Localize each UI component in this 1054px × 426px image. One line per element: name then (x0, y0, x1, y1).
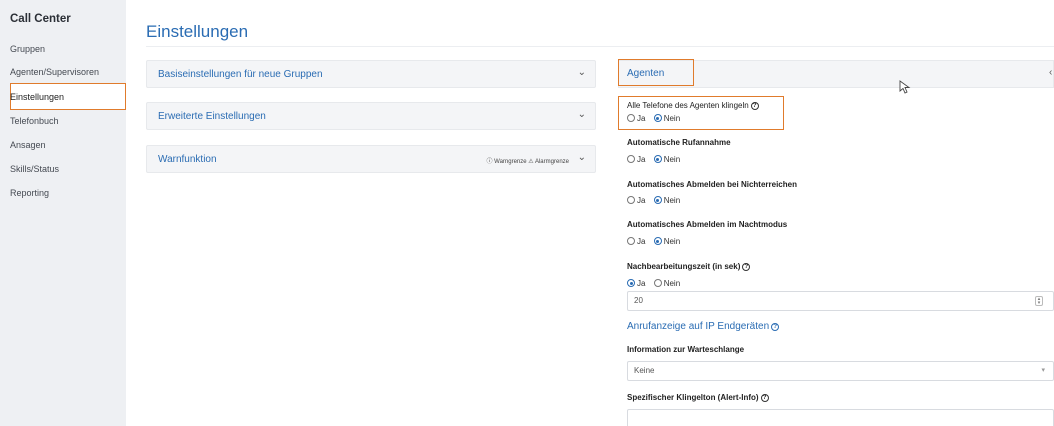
radio-nein[interactable] (653, 237, 662, 245)
sidebar-item-gruppen[interactable]: Gruppen (10, 44, 45, 54)
setting-label-abmelden-nachtmodus: Automatisches Abmelden im Nachtmodus (627, 220, 788, 229)
sidebar-item-reporting[interactable]: Reporting (10, 188, 49, 198)
radio-ja[interactable] (627, 279, 635, 287)
radio-label: Nein (663, 279, 681, 288)
setting-text: Spezifischer Klingelton (Alert-Info) (627, 393, 759, 402)
chevron-down-icon: ⌄ (577, 152, 586, 163)
sidebar-item-telefonbuch[interactable]: Telefonbuch (10, 116, 59, 126)
anrufanzeige-link[interactable]: Anrufanzeige auf IP Endgeräten? (627, 321, 780, 332)
panel-label: Warnfunktion (158, 154, 217, 165)
radio-group-rufannahme: Ja Nein (627, 155, 686, 165)
radio-ja[interactable] (627, 237, 635, 245)
setting-label-alle-telefone: Alle Telefone des Agenten klingeln? (627, 101, 759, 110)
sidebar-item-agenten-supervisoren[interactable]: Agenten/Supervisoren (10, 67, 99, 77)
setting-label-rufannahme: Automatische Rufannahme (627, 138, 731, 147)
title-divider (146, 46, 1054, 47)
radio-label: Ja (637, 114, 646, 123)
chevron-down-icon: ⌄ (577, 109, 586, 120)
radio-label: Nein (663, 155, 681, 164)
radio-nein[interactable] (653, 114, 662, 122)
setting-label-nachbearbeitungszeit: Nachbearbeitungszeit (in sek)? (627, 262, 751, 271)
radio-nein[interactable] (653, 279, 662, 287)
mouse-cursor-icon (899, 80, 911, 94)
select-value: Keine (634, 366, 655, 375)
radio-group-abmelden-nachtmodus: Ja Nein (627, 237, 686, 247)
setting-label-abmelden-nichterreichen: Automatisches Abmelden bei Nichterreiche… (627, 180, 797, 189)
radio-ja[interactable] (627, 114, 635, 122)
sidebar-item-einstellungen[interactable]: Einstellungen (10, 92, 64, 102)
radio-label: Ja (637, 237, 646, 246)
radio-label: Nein (663, 114, 681, 123)
radio-ja[interactable] (627, 155, 635, 163)
radio-label: Ja (637, 196, 646, 205)
page-title: Einstellungen (146, 22, 249, 41)
chevron-down-icon: ▾ (1041, 367, 1045, 374)
radio-ja[interactable] (627, 196, 635, 204)
radio-label: Ja (637, 155, 646, 164)
panel-warnfunktion[interactable]: Warnfunktion ⓘ Warngrenze ⚠ Alarmgrenze … (146, 145, 596, 173)
help-icon[interactable]: ? (742, 263, 751, 271)
panel-label: Basiseinstellungen für neue Gruppen (158, 69, 323, 80)
sidebar-item-skills-status[interactable]: Skills/Status (10, 164, 59, 174)
sidebar: Call Center Gruppen Agenten/Supervisoren… (0, 0, 126, 426)
panel-erweiterte-einstellungen[interactable]: Erweiterte Einstellungen ⌄ (146, 102, 596, 130)
sidebar-item-ansagen[interactable]: Ansagen (10, 140, 46, 150)
warn-legend: ⓘ Warngrenze ⚠ Alarmgrenze (486, 159, 569, 165)
radio-label: Nein (663, 237, 681, 246)
chevron-icon[interactable]: ‹ (1049, 67, 1052, 78)
klingelton-input[interactable] (627, 409, 1054, 426)
radio-nein[interactable] (653, 196, 662, 204)
panel-agenten-label: Agenten (627, 68, 665, 79)
help-icon[interactable]: ? (771, 323, 780, 331)
app-title: Call Center (10, 13, 71, 25)
help-icon[interactable]: ? (750, 102, 759, 110)
radio-label: Ja (637, 279, 646, 288)
radio-group-alle-telefone: Ja Nein (627, 114, 686, 124)
stepper-icon[interactable]: ▴ ▾ (1035, 296, 1043, 306)
input-value: 20 (634, 296, 643, 305)
radio-nein[interactable] (653, 155, 662, 163)
nachbearbeitungszeit-input[interactable]: 20 ▴ ▾ (627, 291, 1054, 311)
link-text: Anrufanzeige auf IP Endgeräten (627, 321, 770, 332)
warteschlange-select[interactable]: Keine ▾ (627, 361, 1054, 381)
radio-label: Nein (663, 196, 681, 205)
setting-label-warteschlange: Information zur Warteschlange (627, 345, 745, 354)
panel-basiseinstellungen[interactable]: Basiseinstellungen für neue Gruppen ⌄ (146, 60, 596, 88)
setting-label-klingelton: Spezifischer Klingelton (Alert-Info)? (627, 393, 769, 402)
panel-label: Erweiterte Einstellungen (158, 111, 266, 122)
help-icon[interactable]: ? (760, 394, 769, 402)
chevron-down-icon: ⌄ (577, 67, 586, 78)
radio-group-abmelden-nichterreichen: Ja Nein (627, 196, 686, 206)
radio-group-nachbearbeitungszeit: Ja Nein (627, 279, 686, 289)
setting-text: Alle Telefone des Agenten klingeln (627, 101, 749, 110)
setting-text: Nachbearbeitungszeit (in sek) (627, 262, 741, 271)
